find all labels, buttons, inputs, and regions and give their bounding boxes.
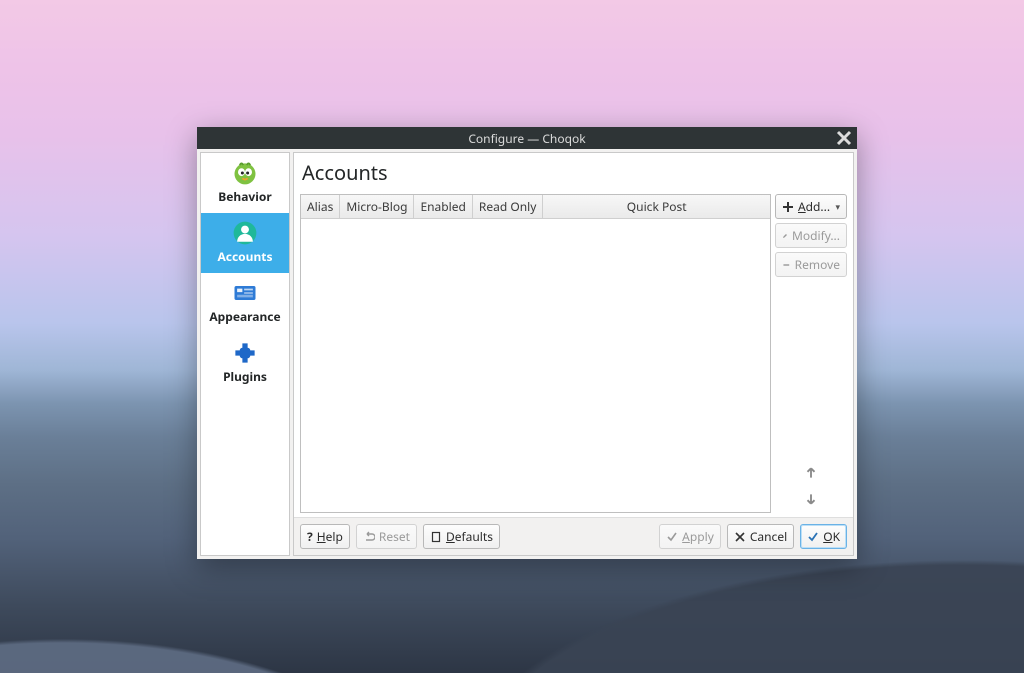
sidebar-item-label: Behavior <box>218 188 271 205</box>
arrow-up-icon <box>804 466 818 480</box>
move-down-button[interactable] <box>800 489 822 509</box>
sidebar-item-appearance[interactable]: Appearance <box>201 273 289 333</box>
page-title: Accounts <box>294 153 853 194</box>
question-icon: ? <box>307 528 313 545</box>
pencil-icon <box>782 230 788 242</box>
remove-button: Remove <box>775 252 847 277</box>
category-sidebar: Behavior Accounts Appearance Plugins <box>200 152 290 556</box>
col-microblog[interactable]: Micro-Blog <box>340 195 414 218</box>
behavior-icon <box>231 159 259 187</box>
arrow-down-icon <box>804 492 818 506</box>
sidebar-item-plugins[interactable]: Plugins <box>201 333 289 393</box>
appearance-icon <box>231 279 259 307</box>
help-button[interactable]: ? Help <box>300 524 350 549</box>
modify-button: Modify... <box>775 223 847 248</box>
x-icon <box>734 531 746 543</box>
minus-icon <box>782 259 791 271</box>
col-readonly[interactable]: Read Only <box>473 195 543 218</box>
close-icon <box>835 129 853 147</box>
document-icon <box>430 531 442 543</box>
plus-icon <box>782 201 794 213</box>
accounts-icon <box>231 219 259 247</box>
account-action-buttons: Add... ▾ Modify... Remove <box>775 194 847 513</box>
table-header: Alias Micro-Blog Enabled Read Only Quick… <box>301 195 770 219</box>
plugins-icon <box>231 339 259 367</box>
move-up-button[interactable] <box>800 463 822 483</box>
col-quickpost[interactable]: Quick Post <box>543 195 770 218</box>
sidebar-item-label: Accounts <box>217 248 272 265</box>
undo-icon <box>363 531 375 543</box>
ok-button[interactable]: OK <box>800 524 847 549</box>
sidebar-item-label: Appearance <box>209 308 280 325</box>
main-panel: Accounts Alias Micro-Blog Enabled Read O… <box>293 152 854 556</box>
window-title: Configure — Choqok <box>468 130 585 147</box>
apply-button: Apply <box>659 524 721 549</box>
add-button[interactable]: Add... ▾ <box>775 194 847 219</box>
col-alias[interactable]: Alias <box>301 195 340 218</box>
reset-button: Reset <box>356 524 417 549</box>
accounts-table[interactable]: Alias Micro-Blog Enabled Read Only Quick… <box>300 194 771 513</box>
table-body-empty <box>301 219 770 512</box>
defaults-button[interactable]: Defaults <box>423 524 500 549</box>
dialog-button-bar: ? Help Reset Defaults Apply <box>294 517 853 555</box>
sidebar-item-label: Plugins <box>223 368 267 385</box>
titlebar[interactable]: Configure — Choqok <box>197 127 857 149</box>
configure-dialog: Configure — Choqok Behavior Accounts <box>197 127 857 559</box>
check-icon <box>807 531 819 543</box>
cancel-button[interactable]: Cancel <box>727 524 794 549</box>
sidebar-item-behavior[interactable]: Behavior <box>201 153 289 213</box>
modify-label: Modify... <box>792 227 840 244</box>
close-button[interactable] <box>835 129 853 147</box>
dropdown-caret-icon: ▾ <box>835 200 840 213</box>
check-icon <box>666 531 678 543</box>
col-enabled[interactable]: Enabled <box>414 195 472 218</box>
remove-label: Remove <box>795 256 840 273</box>
sidebar-item-accounts[interactable]: Accounts <box>201 213 289 273</box>
